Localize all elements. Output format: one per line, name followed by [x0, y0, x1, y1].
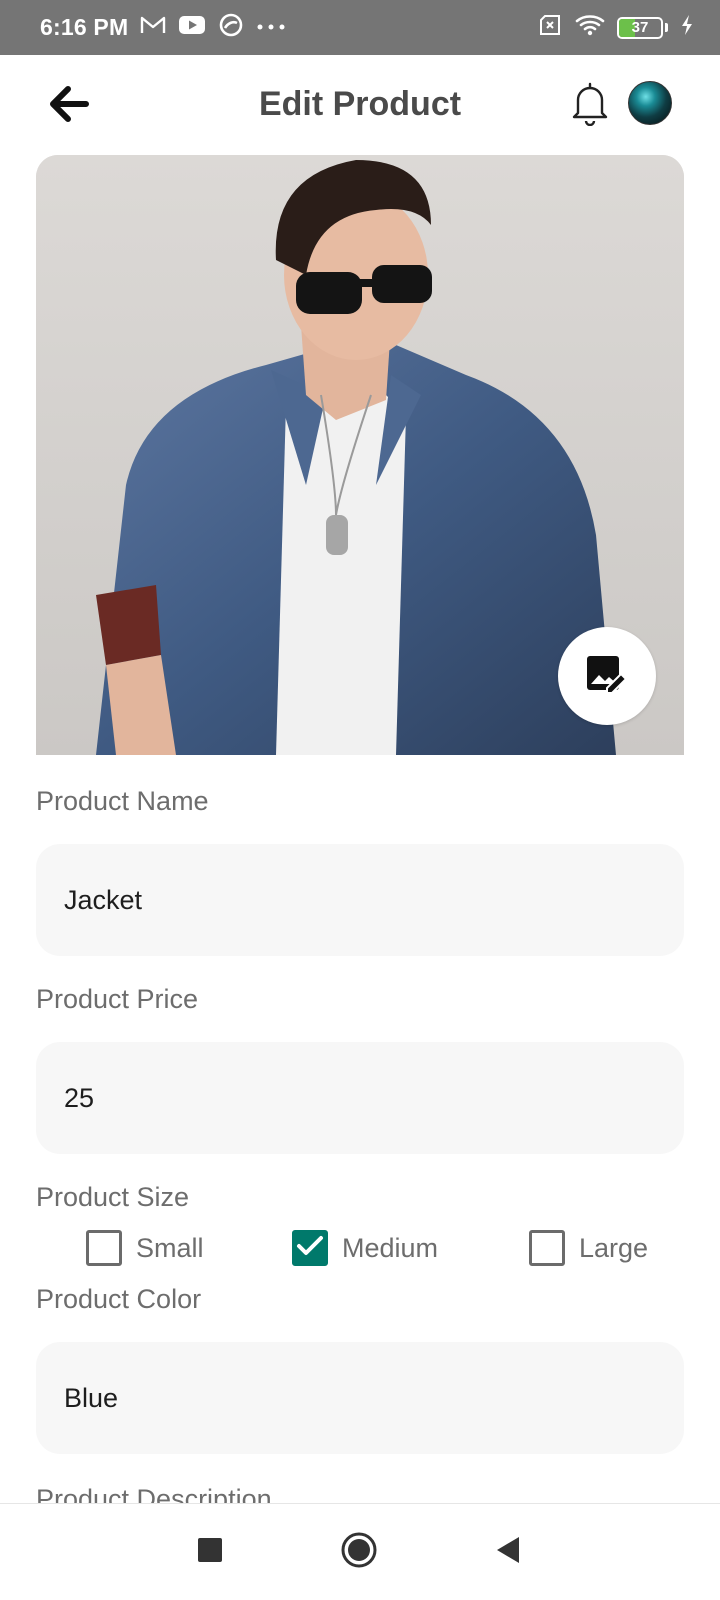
size-options: Small Medium Large [0, 1226, 720, 1270]
product-price-label: Product Price [36, 984, 199, 1014]
gmail-icon [140, 14, 166, 41]
status-right: 37 [537, 14, 694, 41]
back-triangle-icon [495, 1536, 521, 1569]
product-name-label: Product Name [36, 786, 209, 816]
home-button[interactable] [337, 1530, 381, 1574]
edit-product-screen: 6:16 PM 37 Edit Product Product Name Jac… [0, 0, 720, 1600]
edit-photo-button[interactable] [558, 627, 656, 725]
status-left: 6:16 PM [40, 12, 286, 43]
status-time: 6:16 PM [40, 14, 129, 40]
medium-label: Medium [342, 1232, 439, 1263]
product-price-input[interactable]: 25 [36, 1042, 684, 1154]
notifications-button[interactable] [566, 79, 614, 131]
small-checkbox[interactable] [86, 1230, 122, 1266]
large-label: Large [579, 1232, 649, 1263]
small-label: Small [136, 1232, 204, 1263]
product-color-input[interactable]: Blue [36, 1342, 684, 1454]
app-bar: Edit Product [0, 55, 720, 155]
product-color-label: Product Color [36, 1284, 202, 1314]
more-dots-icon [256, 19, 286, 37]
checkmark-icon [296, 1234, 324, 1263]
no-disturb-icon [218, 12, 244, 43]
size-option-medium[interactable]: Medium [292, 1226, 438, 1270]
charging-icon [680, 14, 694, 41]
status-bar: 6:16 PM 37 [0, 0, 720, 55]
recents-button[interactable] [188, 1530, 232, 1574]
battery-level: 37 [631, 19, 649, 36]
no-sim-icon [537, 14, 563, 41]
bell-icon [571, 80, 609, 131]
product-size-label: Product Size [36, 1182, 190, 1212]
large-checkbox[interactable] [529, 1230, 565, 1266]
system-back-button[interactable] [486, 1530, 530, 1574]
avatar[interactable] [628, 81, 672, 125]
product-name-input[interactable]: Jacket [36, 844, 684, 956]
battery-cap [665, 23, 668, 32]
size-option-small[interactable]: Small [86, 1226, 204, 1270]
system-nav-bar [0, 1503, 720, 1600]
medium-checkbox[interactable] [292, 1230, 328, 1266]
home-circle-icon [340, 1531, 378, 1574]
edit-image-icon [585, 654, 629, 699]
recents-square-icon [197, 1537, 223, 1568]
size-option-large[interactable]: Large [529, 1226, 648, 1270]
battery-icon: 37 [617, 16, 663, 39]
wifi-icon [575, 14, 605, 41]
youtube-icon [178, 14, 206, 41]
